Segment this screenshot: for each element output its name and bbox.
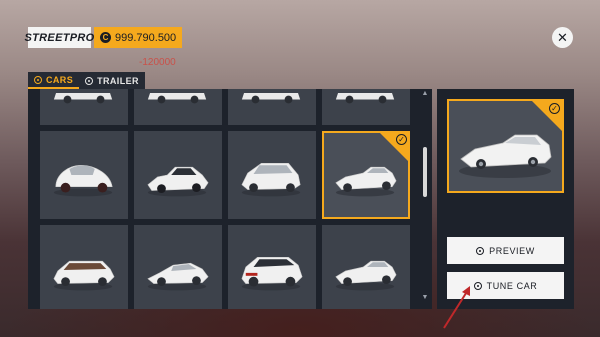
radio-icon <box>473 281 482 290</box>
car-tile[interactable] <box>228 131 316 219</box>
car-tile[interactable] <box>134 131 222 219</box>
car-tile[interactable] <box>134 89 222 125</box>
scroll-down-icon[interactable]: ▼ <box>421 294 429 301</box>
car-tile[interactable] <box>134 225 222 309</box>
category-tabs: CARS TRAILER <box>28 72 145 89</box>
car-image <box>241 257 303 291</box>
car-image <box>241 163 301 197</box>
car-tile[interactable] <box>322 225 410 309</box>
car-image <box>147 166 209 197</box>
car-image <box>53 260 115 291</box>
car-tile[interactable] <box>40 225 128 309</box>
car-tile[interactable] <box>228 225 316 309</box>
tab-cars[interactable]: CARS <box>28 72 80 89</box>
car-image <box>53 164 113 197</box>
car-grid-panel: ✓ <box>28 89 432 309</box>
selected-car-preview: ✓ <box>447 99 564 193</box>
grid-scrollbar[interactable]: ▲ ▼ <box>421 90 429 301</box>
car-image <box>241 93 301 104</box>
check-icon: ✓ <box>549 103 560 114</box>
car-tile[interactable] <box>40 89 128 125</box>
close-button[interactable]: ✕ <box>552 27 573 48</box>
car-tile[interactable]: ✓ <box>322 131 410 219</box>
coin-balance-value: 999.790.500 <box>115 31 177 44</box>
preview-button[interactable]: PREVIEW <box>447 237 564 264</box>
car-image <box>335 260 397 291</box>
annotation-arrow-icon <box>443 286 470 329</box>
brand-logo: STREETPRO <box>25 27 94 48</box>
scroll-thumb[interactable] <box>423 147 427 197</box>
radio-icon <box>85 76 94 85</box>
car-image <box>335 93 395 104</box>
selected-badge <box>530 99 564 133</box>
preview-button-label: PREVIEW <box>489 245 535 256</box>
coin-balance: C 999.790.500 <box>94 27 182 48</box>
radio-icon <box>34 75 42 84</box>
car-image <box>53 93 113 104</box>
radio-icon <box>476 246 485 255</box>
scroll-up-icon[interactable]: ▲ <box>421 90 429 97</box>
car-image <box>147 93 207 104</box>
car-tile[interactable] <box>40 131 128 219</box>
tune-car-button-label: TUNE CAR <box>486 280 538 291</box>
check-icon: ✓ <box>396 134 407 145</box>
tab-trailer-label: TRAILER <box>97 75 139 86</box>
coin-icon: C <box>100 32 111 43</box>
car-tile[interactable] <box>228 89 316 125</box>
tab-cars-label: CARS <box>46 74 74 85</box>
tab-trailer[interactable]: TRAILER <box>79 72 145 89</box>
car-tile[interactable] <box>322 89 410 125</box>
selected-car-panel: ✓ PREVIEW TUNE CAR <box>437 89 574 309</box>
car-image <box>147 262 209 291</box>
coin-change-indicator: -120000 <box>139 57 176 68</box>
